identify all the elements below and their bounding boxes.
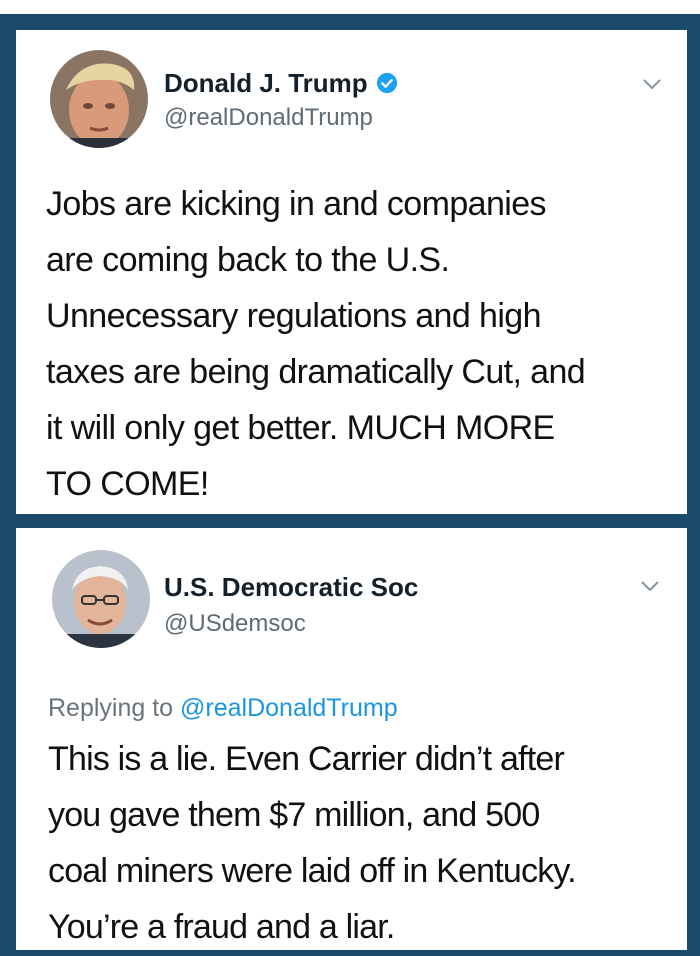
avatar-trump-image [50,50,148,148]
avatar-bernie-image [52,550,150,648]
display-name[interactable]: Donald J. Trump [164,68,368,98]
tweet-text-line: This is a lie. Even Carrier didn’t after [48,740,565,778]
verified-badge-icon [376,72,397,94]
handle[interactable]: @realDonaldTrump [164,104,373,132]
tweet-text-line: it will only get better. MUCH MORE [46,409,555,447]
avatar[interactable] [52,550,150,648]
tweet-text-line: you gave them $7 million, and 500 [48,796,540,834]
handle[interactable]: @USdemsoc [164,610,306,638]
replying-to-label: Replying to [48,694,174,722]
avatar[interactable] [50,50,148,148]
tweet-text-line: Jobs are kicking in and companies [46,185,547,223]
display-name[interactable]: U.S. Democratic Soc [164,572,418,603]
replying-to: Replying to @realDonaldTrump [48,694,398,723]
tweet-text-line: TO COME! [46,465,209,503]
tweet-text: Jobs are kicking in and companies are co… [46,176,586,512]
tweet-text-line: coal miners were laid off in Kentucky. [48,852,577,890]
tweet-card-reply: U.S. Democratic Soc @USdemsoc Replying t… [16,528,687,950]
chevron-down-icon[interactable] [642,78,662,90]
tweet-text-line: taxes are being dramatically Cut, and [46,353,586,391]
image-frame: Donald J. Trump @realDonaldTrump Jobs ar… [0,14,700,956]
tweet-text-line: are coming back to the U.S. [46,241,450,279]
replying-to-mention[interactable]: @realDonaldTrump [180,694,398,722]
tweet-text: This is a lie. Even Carrier didn’t after… [48,731,577,955]
tweet-card-trump: Donald J. Trump @realDonaldTrump Jobs ar… [16,30,687,514]
tweet-text-line: Unnecessary regulations and high [46,297,542,335]
chevron-down-icon[interactable] [640,580,660,592]
tweet-text-line: You’re a fraud and a liar. [48,908,395,946]
